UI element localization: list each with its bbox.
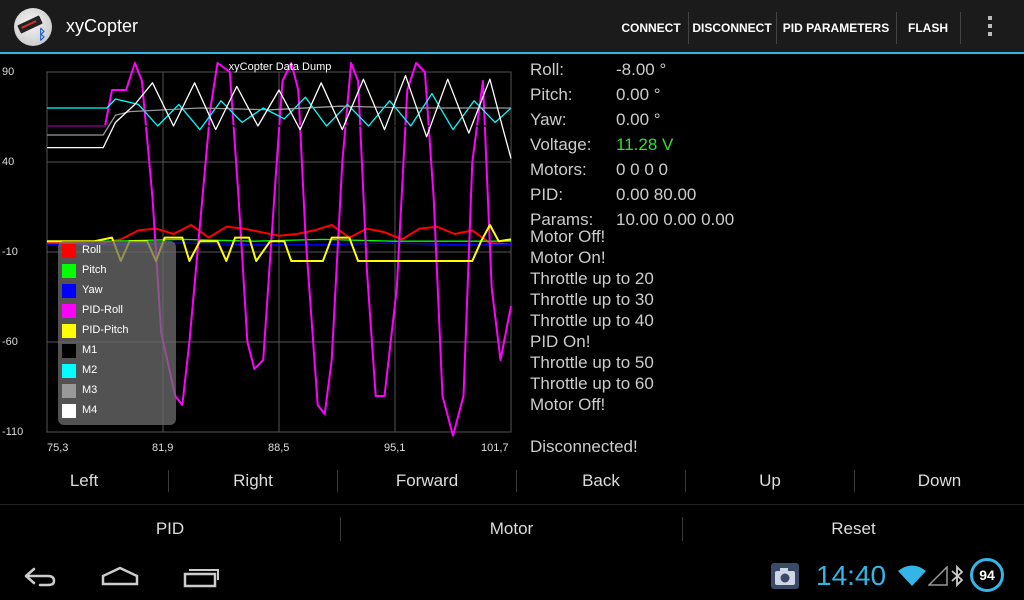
voltage-value: 11.28 V [616, 135, 674, 154]
back-icon[interactable] [20, 564, 60, 588]
log-line: Throttle up to 30 [530, 290, 654, 309]
y-tick-label: 90 [2, 66, 15, 78]
connect-button[interactable]: CONNECT [614, 0, 688, 54]
pitch-value: 0.00 ° [616, 85, 661, 104]
left-button[interactable]: Left [0, 460, 168, 504]
yaw-label: Yaw: [530, 110, 567, 129]
log-line: Motor Off! [530, 395, 606, 414]
battery-badge: 94 [970, 558, 1004, 592]
disconnect-button[interactable]: DISCONNECT [689, 0, 775, 54]
log-line: Motor Off! [530, 227, 606, 246]
home-icon[interactable] [100, 564, 140, 588]
log-line: Motor On! [530, 248, 606, 267]
roll-value: -8.00 ° [616, 60, 667, 79]
clock: 14:40 [816, 560, 887, 591]
message-log: Motor Off! Motor On! Throttle up to 20 T… [530, 226, 1010, 456]
divider [0, 504, 1024, 505]
voltage-label: Voltage: [530, 135, 592, 154]
y-tick-label: -60 [2, 336, 18, 348]
divider [960, 12, 961, 44]
log-line: Throttle up to 50 [530, 353, 654, 372]
camera-icon [771, 563, 799, 589]
chart-title: xyCopter Data Dump [228, 61, 332, 73]
right-button[interactable]: Right [169, 460, 337, 504]
back-button[interactable]: Back [517, 460, 685, 504]
signal-icon [928, 566, 948, 586]
log-line: PID On! [530, 332, 591, 351]
forward-button[interactable]: Forward [338, 460, 516, 504]
direction-button-row: Left Right Forward Back Up Down [0, 460, 1024, 504]
system-navigation-bar: 14:40 94 [0, 552, 1024, 600]
x-tick-label: 101,7 [481, 442, 509, 454]
motor-button[interactable]: Motor [341, 506, 682, 552]
y-tick-label: 40 [2, 156, 15, 168]
pid-label: PID: [530, 185, 564, 204]
flash-button[interactable]: FLASH [897, 0, 959, 54]
wifi-icon [898, 565, 926, 586]
x-tick-label: 95,1 [384, 442, 406, 454]
yaw-value: 0.00 ° [616, 110, 661, 129]
app-icon[interactable]: ᛒ [14, 8, 52, 46]
data-chart: xyCopter Data Dump 90 40 -10 -60 -110 75… [0, 56, 520, 460]
pid-value: 0.00 80.00 [616, 185, 697, 204]
motors-label: Motors: [530, 160, 587, 179]
down-button[interactable]: Down [855, 460, 1024, 504]
pid-parameters-button[interactable]: PID PARAMETERS [777, 0, 895, 54]
recent-apps-icon[interactable] [182, 564, 220, 588]
chart-legend: Roll Pitch Yaw PID-Roll PID-Pitch M1 M2 … [58, 241, 176, 425]
x-tick-label: 81,9 [152, 442, 174, 454]
overflow-menu-icon[interactable] [986, 16, 994, 40]
y-tick-label: -10 [2, 246, 18, 258]
roll-label: Roll: [530, 60, 565, 79]
pid-button[interactable]: PID [0, 506, 340, 552]
log-line: Throttle up to 40 [530, 311, 654, 330]
log-line: Throttle up to 20 [530, 269, 654, 288]
log-line: Disconnected! [530, 437, 638, 456]
pitch-label: Pitch: [530, 85, 573, 104]
app-title: xyCopter [66, 16, 139, 36]
motors-value: 0 0 0 0 [616, 160, 668, 179]
log-line: Throttle up to 60 [530, 374, 654, 393]
up-button[interactable]: Up [686, 460, 854, 504]
action-button-row: PID Motor Reset [0, 506, 1024, 552]
y-tick-label: -110 [2, 426, 24, 438]
bluetooth-icon [951, 564, 964, 588]
x-tick-label: 75,3 [47, 442, 69, 454]
action-bar: ᛒ xyCopter CONNECT DISCONNECT PID PARAME… [0, 0, 1024, 54]
reset-button[interactable]: Reset [683, 506, 1024, 552]
x-tick-label: 88,5 [268, 442, 290, 454]
